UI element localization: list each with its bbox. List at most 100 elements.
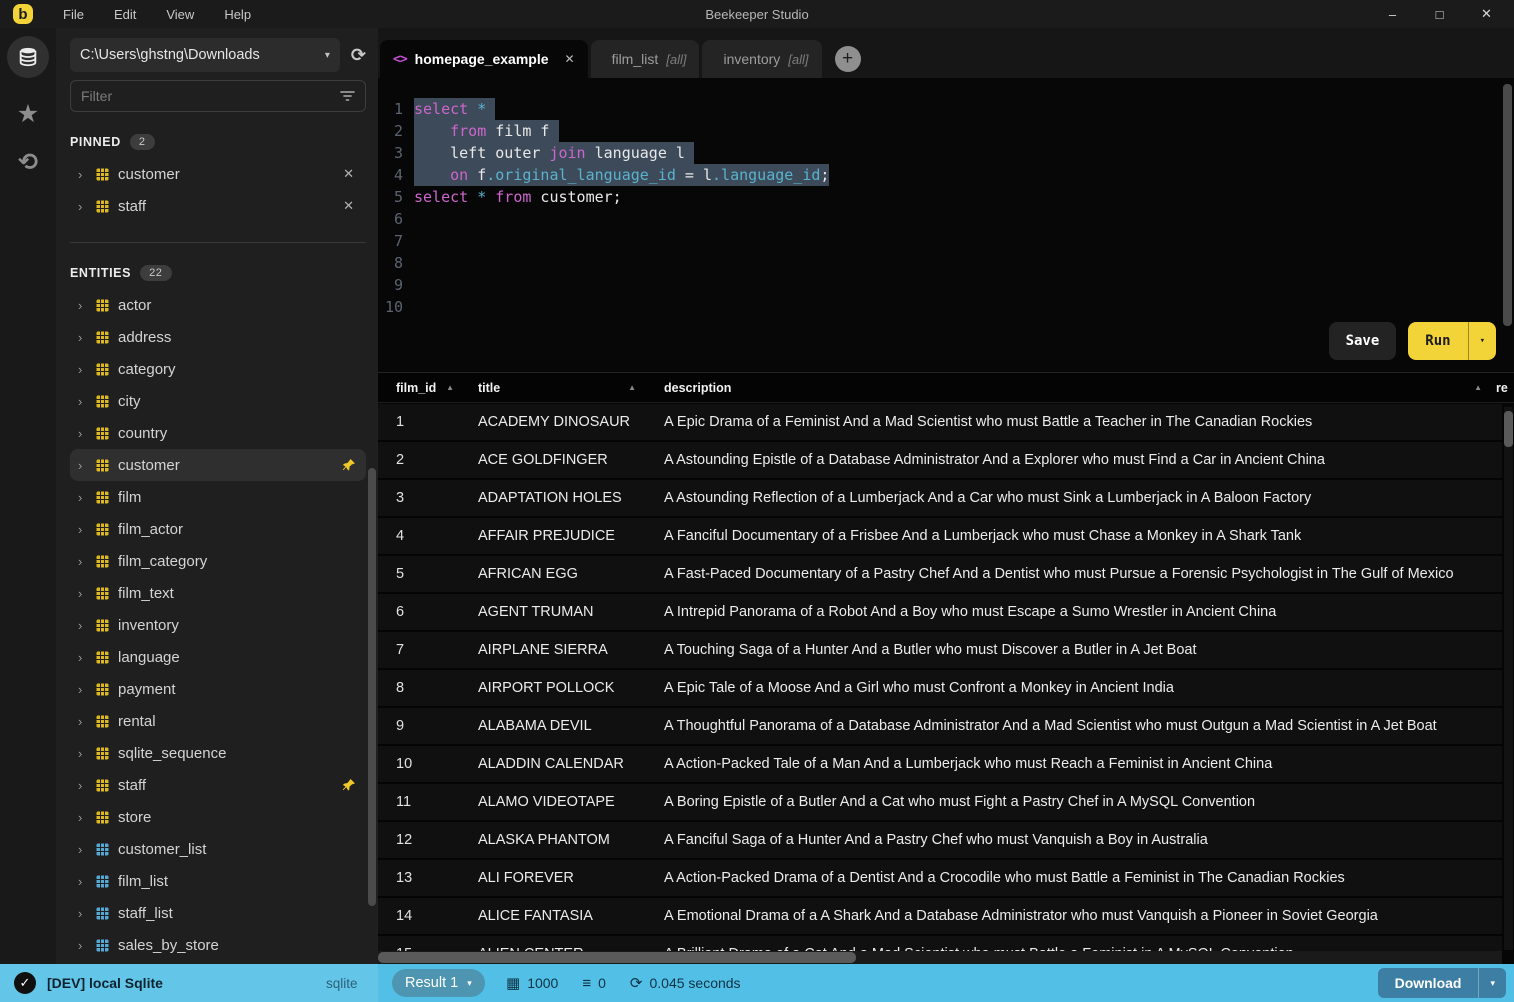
- sidebar-item-customer[interactable]: › customer ✕: [70, 158, 366, 190]
- chevron-expand-icon[interactable]: ›: [78, 427, 87, 440]
- table-row[interactable]: 10 ALADDIN CALENDAR A Action-Packed Tale o…: [378, 746, 1502, 784]
- cell-title[interactable]: AIRPLANE SIERRA: [478, 642, 664, 658]
- cell-description[interactable]: A Fanciful Saga of a Hunter And a Pastry…: [664, 832, 1502, 848]
- menu-edit[interactable]: Edit: [114, 7, 136, 22]
- sidebar-scrollbar-thumb[interactable]: [368, 468, 376, 906]
- cell-title[interactable]: ALABAMA DEVIL: [478, 718, 664, 734]
- chevron-expand-icon[interactable]: ›: [78, 555, 87, 568]
- sidebar-item-country[interactable]: › country: [70, 417, 366, 449]
- sidebar-item-language[interactable]: › language: [70, 641, 366, 673]
- cell-film-id[interactable]: 5: [378, 566, 478, 582]
- sidebar-item-inventory[interactable]: › inventory: [70, 609, 366, 641]
- table-row[interactable]: 13 ALI FOREVER A Action-Packed Drama of a …: [378, 860, 1502, 898]
- pin-icon[interactable]: [342, 778, 356, 792]
- cell-film-id[interactable]: 13: [378, 870, 478, 886]
- chevron-expand-icon[interactable]: ›: [78, 331, 87, 344]
- cell-title[interactable]: AIRPORT POLLOCK: [478, 680, 664, 696]
- sidebar-item-actor[interactable]: › actor: [70, 289, 366, 321]
- code-line[interactable]: from film f: [414, 120, 559, 142]
- table-row[interactable]: 2 ACE GOLDFINGER A Astounding Epistle of a…: [378, 442, 1502, 480]
- chevron-expand-icon[interactable]: ›: [78, 939, 87, 952]
- cell-film-id[interactable]: 8: [378, 680, 478, 696]
- tab-inventory[interactable]: inventory [all]: [702, 40, 822, 78]
- chevron-expand-icon[interactable]: ›: [78, 299, 87, 312]
- unpin-close-icon[interactable]: ✕: [339, 198, 358, 214]
- cell-description[interactable]: A Astounding Reflection of a Lumberjack …: [664, 490, 1502, 506]
- download-button[interactable]: Download ▾: [1377, 968, 1506, 998]
- chevron-expand-icon[interactable]: ›: [78, 843, 87, 856]
- table-row[interactable]: 11 ALAMO VIDEOTAPE A Boring Epistle of a B…: [378, 784, 1502, 822]
- chevron-expand-icon[interactable]: ›: [78, 168, 87, 181]
- unpin-close-icon[interactable]: ✕: [339, 166, 358, 182]
- column-header-partial[interactable]: re: [1496, 373, 1514, 402]
- filter-input[interactable]: [81, 88, 340, 104]
- cell-title[interactable]: ALASKA PHANTOM: [478, 832, 664, 848]
- cell-title[interactable]: ADAPTATION HOLES: [478, 490, 664, 506]
- pin-icon[interactable]: [342, 458, 356, 472]
- cell-description[interactable]: A Touching Saga of a Hunter And a Butler…: [664, 642, 1502, 658]
- table-row[interactable]: 4 AFFAIR PREJUDICE A Fanciful Documentary …: [378, 518, 1502, 556]
- chevron-expand-icon[interactable]: ›: [78, 715, 87, 728]
- sidebar-item-store[interactable]: › store: [70, 801, 366, 833]
- history-icon[interactable]: ⟲: [18, 151, 38, 175]
- cell-title[interactable]: ALADDIN CALENDAR: [478, 756, 664, 772]
- save-button[interactable]: Save: [1328, 322, 1397, 360]
- cell-title[interactable]: AFFAIR PREJUDICE: [478, 528, 664, 544]
- cell-film-id[interactable]: 3: [378, 490, 478, 506]
- menu-help[interactable]: Help: [224, 7, 251, 22]
- chevron-expand-icon[interactable]: ›: [78, 459, 87, 472]
- maximize-button[interactable]: □: [1416, 7, 1463, 22]
- cell-description[interactable]: A Emotional Drama of a A Shark And a Dat…: [664, 908, 1502, 924]
- table-row[interactable]: 1 ACADEMY DINOSAUR A Epic Drama of a Femin…: [378, 404, 1502, 442]
- cell-title[interactable]: ALI FOREVER: [478, 870, 664, 886]
- cell-description[interactable]: A Intrepid Panorama of a Robot And a Boy…: [664, 604, 1502, 620]
- cell-film-id[interactable]: 1: [378, 414, 478, 430]
- cell-film-id[interactable]: 4: [378, 528, 478, 544]
- cell-film-id[interactable]: 14: [378, 908, 478, 924]
- sidebar-item-address[interactable]: › address: [70, 321, 366, 353]
- chevron-expand-icon[interactable]: ›: [78, 683, 87, 696]
- table-row[interactable]: 5 AFRICAN EGG A Fast-Paced Documentary of …: [378, 556, 1502, 594]
- cell-description[interactable]: A Action-Packed Tale of a Man And a Lumb…: [664, 756, 1502, 772]
- cell-description[interactable]: A Epic Tale of a Moose And a Girl who mu…: [664, 680, 1502, 696]
- sidebar-item-film_actor[interactable]: › film_actor: [70, 513, 366, 545]
- chevron-expand-icon[interactable]: ›: [78, 587, 87, 600]
- cell-film-id[interactable]: 10: [378, 756, 478, 772]
- chevron-expand-icon[interactable]: ›: [78, 779, 87, 792]
- column-header-film-id[interactable]: film_id ▲: [378, 373, 478, 402]
- cell-description[interactable]: A Astounding Epistle of a Database Admin…: [664, 452, 1502, 468]
- sidebar-item-staff_list[interactable]: › staff_list: [70, 897, 366, 929]
- cell-description[interactable]: A Boring Epistle of a Butler And a Cat w…: [664, 794, 1502, 810]
- sidebar-item-film_list[interactable]: › film_list: [70, 865, 366, 897]
- table-row[interactable]: 9 ALABAMA DEVIL A Thoughtful Panorama of a…: [378, 708, 1502, 746]
- sidebar-item-staff[interactable]: › staff: [70, 769, 366, 801]
- cell-film-id[interactable]: 6: [378, 604, 478, 620]
- cell-film-id[interactable]: 12: [378, 832, 478, 848]
- chevron-expand-icon[interactable]: ›: [78, 811, 87, 824]
- cell-title[interactable]: ACADEMY DINOSAUR: [478, 414, 664, 430]
- run-options-caret[interactable]: ▾: [1467, 322, 1496, 360]
- cell-title[interactable]: ACE GOLDFINGER: [478, 452, 664, 468]
- cell-description[interactable]: A Epic Drama of a Feminist And a Mad Sci…: [664, 414, 1502, 430]
- chevron-expand-icon[interactable]: ›: [78, 907, 87, 920]
- result-selector[interactable]: Result 1 ▾: [392, 969, 485, 997]
- favorites-star-icon[interactable]: ★: [17, 102, 39, 127]
- sidebar-item-staff[interactable]: › staff ✕: [70, 190, 366, 222]
- menu-file[interactable]: File: [63, 7, 84, 22]
- close-tab-icon[interactable]: ✕: [565, 52, 575, 66]
- cell-title[interactable]: AGENT TRUMAN: [478, 604, 664, 620]
- column-header-description[interactable]: description ▲: [664, 373, 1496, 402]
- refresh-icon[interactable]: ⟳: [351, 45, 366, 66]
- code-line[interactable]: on f.original_language_id = l.language_i…: [414, 164, 830, 186]
- cell-title[interactable]: AFRICAN EGG: [478, 566, 664, 582]
- minimize-button[interactable]: –: [1369, 7, 1416, 22]
- sidebar-item-sales_by_store[interactable]: › sales_by_store: [70, 929, 366, 961]
- run-button[interactable]: Run ▾: [1408, 322, 1496, 360]
- chevron-expand-icon[interactable]: ›: [78, 200, 87, 213]
- editor-scrollbar-thumb[interactable]: [1503, 84, 1512, 326]
- sidebar-item-category[interactable]: › category: [70, 353, 366, 385]
- menu-view[interactable]: View: [166, 7, 194, 22]
- sidebar-item-customer_list[interactable]: › customer_list: [70, 833, 366, 865]
- close-window-button[interactable]: ✕: [1463, 6, 1510, 22]
- download-options-caret[interactable]: ▾: [1478, 968, 1506, 998]
